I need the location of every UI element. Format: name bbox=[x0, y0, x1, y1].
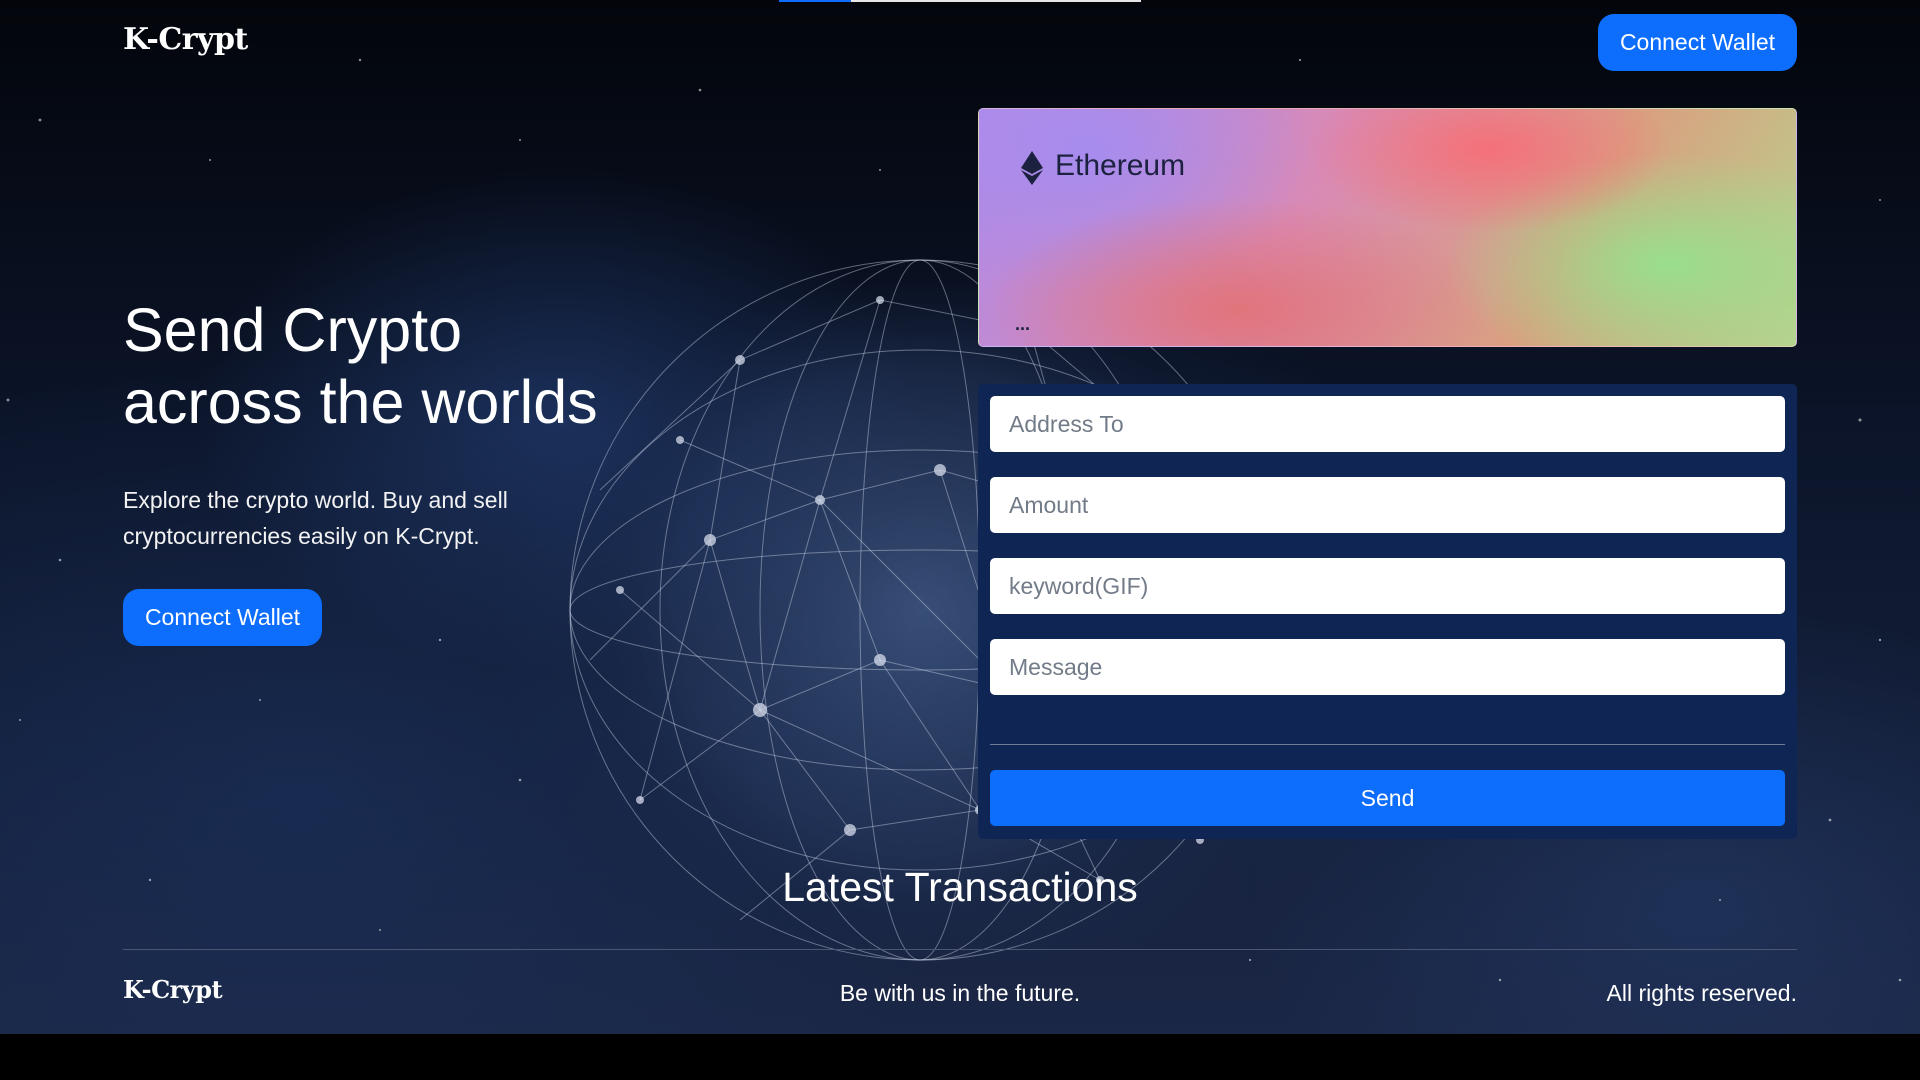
page-loading-bar bbox=[779, 0, 1141, 2]
footer-divider bbox=[123, 949, 1797, 950]
message-input[interactable]: Message bbox=[990, 639, 1785, 695]
bottom-blank-strip bbox=[0, 1034, 1920, 1080]
card-network-name: Ethereum bbox=[1055, 149, 1186, 182]
hero-subtitle: Explore the crypto world. Buy and sell c… bbox=[123, 482, 583, 554]
card-wallet-address: ... bbox=[1015, 314, 1031, 334]
hero-subtitle-line-1: Explore the crypto world. Buy and sell bbox=[123, 487, 508, 513]
latest-transactions-title: Latest Transactions bbox=[782, 864, 1138, 910]
keyword-gif-input[interactable]: keyword(GIF) bbox=[990, 558, 1785, 614]
page-loading-bar-fill bbox=[779, 0, 852, 2]
address-to-input[interactable]: Address To bbox=[990, 396, 1785, 452]
page-background: K-Crypt Connect Wallet Send Crypto acros… bbox=[0, 0, 1920, 1034]
hero-subtitle-line-2: cryptocurrencies easily on K-Crypt. bbox=[123, 523, 480, 549]
footer-rights: All rights reserved. bbox=[1606, 980, 1797, 1006]
hero-title-line-1: Send Crypto bbox=[123, 296, 463, 364]
amount-input[interactable]: Amount bbox=[990, 477, 1785, 533]
ethereum-card: Ethereum ... bbox=[978, 108, 1797, 347]
hero-connect-wallet-button[interactable]: Connect Wallet bbox=[123, 589, 322, 646]
header-logo[interactable]: K-Crypt bbox=[123, 22, 248, 57]
form-divider bbox=[990, 744, 1785, 745]
send-button[interactable]: Send bbox=[990, 770, 1785, 826]
send-form: Address To Amount keyword(GIF) Message S… bbox=[978, 384, 1797, 839]
header-connect-wallet-button[interactable]: Connect Wallet bbox=[1598, 14, 1797, 71]
hero-title-line-2: across the worlds bbox=[123, 368, 598, 436]
hero-title: Send Crypto across the worlds bbox=[123, 294, 598, 438]
ethereum-icon bbox=[1021, 151, 1043, 185]
